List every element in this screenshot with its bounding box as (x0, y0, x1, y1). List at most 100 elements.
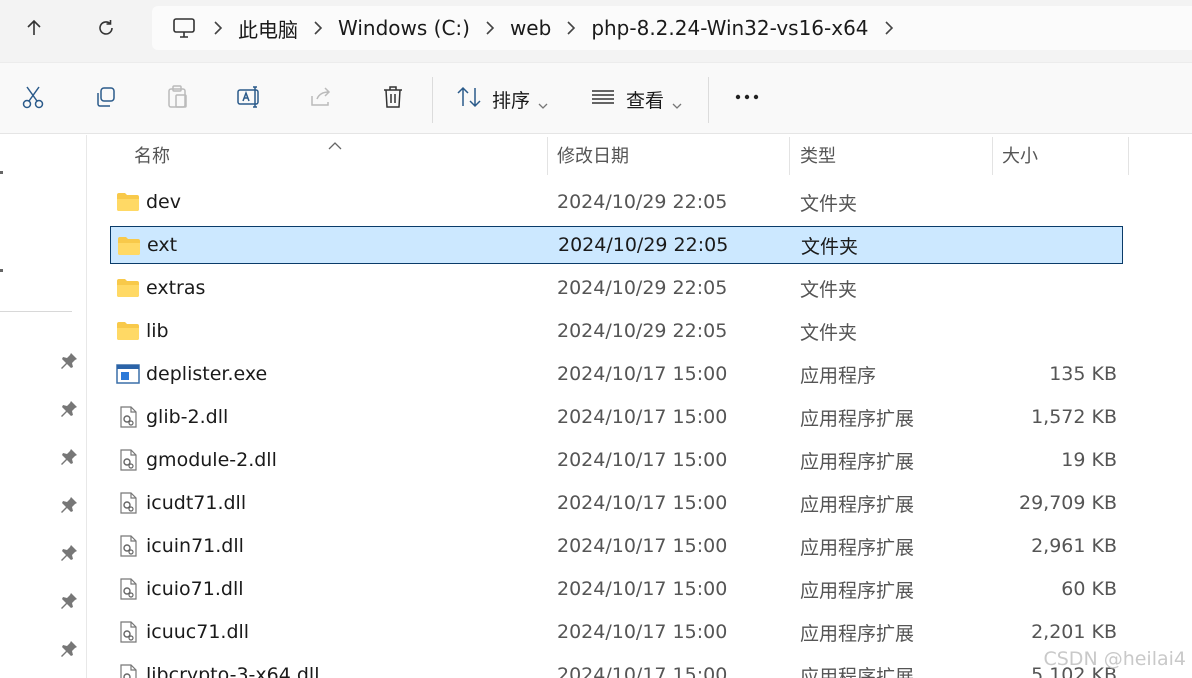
file-row[interactable]: ext 2024/10/29 22:05 文件夹 (110, 226, 1123, 264)
chevron-down-icon (672, 95, 682, 109)
dll-icon (116, 449, 140, 471)
breadcrumb-web[interactable]: web (508, 16, 553, 40)
pin-icon[interactable] (60, 640, 80, 660)
rename-icon (236, 84, 262, 114)
file-type: 应用程序扩展 (800, 493, 915, 516)
file-modified-date: 2024/10/29 22:05 (557, 277, 728, 299)
dll-icon (116, 664, 140, 678)
column-separator[interactable] (547, 137, 548, 175)
chevron-right-icon[interactable] (200, 6, 236, 50)
file-row[interactable]: glib-2.dll 2024/10/17 15:00 应用程序扩展 1,572 KB (110, 398, 1123, 436)
file-type: 应用程序扩展 (800, 622, 915, 645)
pin-icon[interactable] (60, 592, 80, 612)
file-name: gmodule-2.dll (146, 449, 277, 471)
file-list: 名称 修改日期 类型 大小 dev 2024/10/29 22:05 文件夹 ext 2… (88, 135, 1192, 678)
column-separator[interactable] (1128, 137, 1129, 175)
file-modified-date: 2024/10/29 22:05 (557, 320, 728, 342)
sort-button[interactable]: 排序 (456, 81, 548, 117)
column-header-type[interactable]: 类型 (800, 135, 836, 175)
share-button[interactable] (306, 81, 336, 117)
paste-button[interactable] (162, 81, 192, 117)
file-size: 29,709 KB (1018, 492, 1117, 514)
file-size: 135 KB (1049, 363, 1117, 385)
breadcrumb-this-pc[interactable]: 此电脑 (236, 14, 300, 43)
file-type: 应用程序扩展 (800, 579, 915, 602)
view-button[interactable]: 查看 (590, 81, 682, 117)
file-row[interactable]: icuio71.dll 2024/10/17 15:00 应用程序扩展 60 KB (110, 570, 1123, 608)
chevron-down-icon (538, 95, 548, 109)
address-bar-row: 此电脑 Windows (C:) web php-8.2.24-Win32-vs… (0, 0, 1192, 62)
chevron-right-icon[interactable] (553, 6, 589, 50)
pin-icon[interactable] (60, 400, 80, 420)
trash-icon (380, 84, 406, 114)
refresh-icon[interactable] (88, 10, 124, 46)
file-type: 文件夹 (800, 321, 858, 344)
nav-pane-divider (0, 311, 72, 312)
folder-icon (116, 277, 140, 299)
cut-button[interactable] (18, 81, 48, 117)
file-name: lib (146, 320, 169, 342)
exe-icon (116, 363, 140, 385)
file-modified-date: 2024/10/17 15:00 (557, 578, 728, 600)
pin-icon[interactable] (60, 352, 80, 372)
navigation-pane (0, 135, 87, 678)
chevron-right-icon[interactable] (871, 6, 907, 50)
file-modified-date: 2024/10/17 15:00 (557, 406, 728, 428)
file-row[interactable]: lib 2024/10/29 22:05 文件夹 (110, 312, 1123, 350)
column-header-name[interactable]: 名称 (134, 135, 170, 175)
file-row[interactable]: icudt71.dll 2024/10/17 15:00 应用程序扩展 29,709 … (110, 484, 1123, 522)
file-modified-date: 2024/10/29 22:05 (558, 234, 729, 256)
file-modified-date: 2024/10/17 15:00 (557, 449, 728, 471)
file-name: ext (147, 234, 178, 256)
breadcrumb-drive-c[interactable]: Windows (C:) (336, 16, 472, 40)
toolbar-divider (708, 77, 709, 123)
sort-label: 排序 (492, 89, 531, 112)
file-type: 文件夹 (801, 235, 859, 258)
breadcrumb-php-folder[interactable]: php-8.2.24-Win32-vs16-x64 (589, 16, 870, 40)
file-type: 应用程序扩展 (800, 665, 915, 678)
sort-icon (456, 84, 482, 114)
column-header-size[interactable]: 大小 (1002, 135, 1038, 175)
toolbar-divider (432, 77, 433, 123)
pin-icon[interactable] (60, 544, 80, 564)
dll-icon (116, 621, 140, 643)
pin-icon[interactable] (60, 496, 80, 516)
chevron-right-icon[interactable] (472, 6, 508, 50)
file-name: icuin71.dll (146, 535, 244, 557)
more-dots-icon (734, 84, 760, 114)
file-modified-date: 2024/10/17 15:00 (557, 363, 728, 385)
breadcrumb: 此电脑 Windows (C:) web php-8.2.24-Win32-vs… (152, 6, 1192, 50)
column-separator[interactable] (992, 137, 993, 175)
column-separator[interactable] (789, 137, 790, 175)
file-row[interactable]: extras 2024/10/29 22:05 文件夹 (110, 269, 1123, 307)
file-modified-date: 2024/10/29 22:05 (557, 191, 728, 213)
file-row[interactable]: icuin71.dll 2024/10/17 15:00 应用程序扩展 2,961 K… (110, 527, 1123, 565)
file-name: libcrypto-3-x64.dll (146, 664, 320, 678)
up-arrow-icon[interactable] (16, 10, 52, 46)
view-label: 查看 (626, 89, 665, 112)
file-row[interactable]: icuuc71.dll 2024/10/17 15:00 应用程序扩展 2,201 K… (110, 613, 1123, 651)
file-row[interactable]: deplister.exe 2024/10/17 15:00 应用程序 135 KB (110, 355, 1123, 393)
file-size: 60 KB (1061, 578, 1117, 600)
chevron-right-icon[interactable] (300, 6, 336, 50)
more-options-button[interactable] (732, 81, 762, 117)
rename-button[interactable] (234, 81, 264, 117)
share-icon (308, 84, 334, 114)
file-name: deplister.exe (146, 363, 268, 385)
delete-button[interactable] (378, 81, 408, 117)
pin-icon[interactable] (60, 448, 80, 468)
file-row[interactable]: dev 2024/10/29 22:05 文件夹 (110, 183, 1123, 221)
dll-icon (116, 578, 140, 600)
file-name: icuio71.dll (146, 578, 244, 600)
clipboard-icon (164, 84, 190, 114)
file-modified-date: 2024/10/17 15:00 (557, 664, 728, 678)
file-row[interactable]: gmodule-2.dll 2024/10/17 15:00 应用程序扩展 19 KB (110, 441, 1123, 479)
file-size: 2,961 KB (1031, 535, 1117, 557)
copy-button[interactable] (90, 81, 120, 117)
this-pc-icon[interactable] (168, 6, 200, 50)
column-header-modified[interactable]: 修改日期 (557, 135, 629, 175)
file-type: 应用程序 (800, 364, 877, 387)
file-name: icuuc71.dll (146, 621, 250, 643)
folder-icon (116, 191, 140, 213)
file-row[interactable]: libcrypto-3-x64.dll 2024/10/17 15:00 应用程序扩… (110, 656, 1123, 678)
